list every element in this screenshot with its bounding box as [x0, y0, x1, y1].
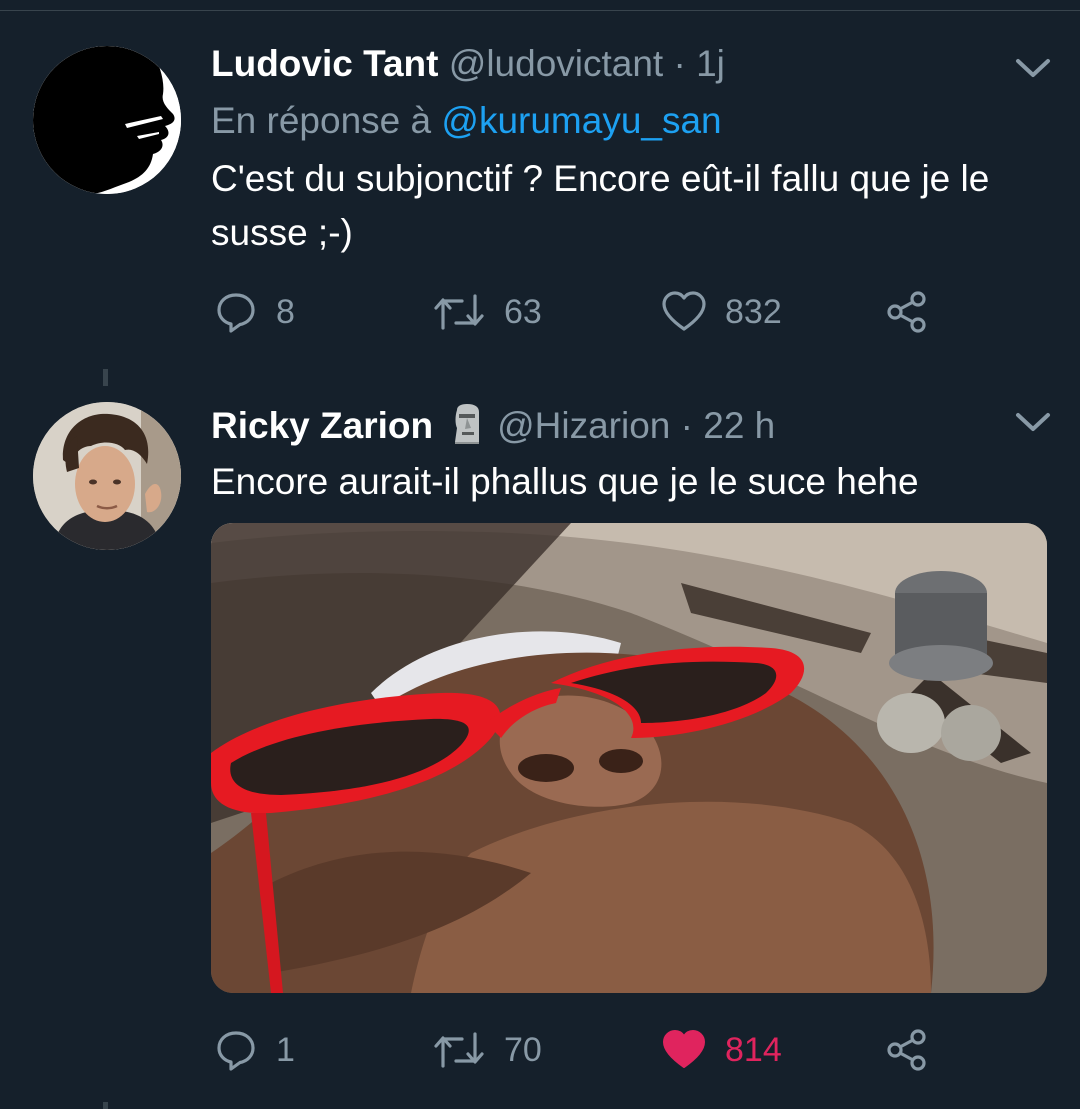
heart-filled-icon	[663, 1030, 705, 1068]
avatar[interactable]	[33, 46, 181, 194]
tweet-ludovic[interactable]: Ludovic Tant @ludovictant · 1j En répons…	[0, 0, 1080, 380]
heart-icon	[662, 291, 706, 331]
reply-icon	[217, 293, 255, 333]
reply-icon	[217, 1031, 255, 1071]
moai-icon	[455, 404, 480, 444]
user-handle[interactable]: @ludovictant	[449, 43, 663, 84]
separator-dot: ·	[680, 405, 693, 446]
like-button[interactable]: 832	[661, 287, 782, 337]
share-icon	[887, 291, 926, 333]
share-icon	[887, 1029, 926, 1071]
retweet-count: 70	[504, 1030, 542, 1069]
tweet-actions: 1 70 814	[0, 1025, 1080, 1075]
retweet-button[interactable]: 63	[432, 287, 542, 337]
reply-button[interactable]: 1	[214, 1025, 295, 1075]
share-button[interactable]	[885, 287, 929, 337]
thread-connector	[103, 1102, 108, 1109]
share-button[interactable]	[885, 1025, 929, 1075]
separator-dot: ·	[673, 43, 686, 84]
reply-prefix: En réponse à	[211, 100, 432, 141]
tweet-header: Ludovic Tant @ludovictant · 1j	[211, 42, 725, 86]
display-name[interactable]: Ludovic Tant	[211, 43, 438, 84]
reply-mention-link[interactable]: @kurumayu_san	[441, 100, 721, 141]
tweet-actions: 8 63 832	[0, 287, 1080, 337]
like-count: 832	[725, 292, 782, 331]
retweet-count: 63	[504, 292, 542, 331]
tweet-text: Encore aurait-il phallus que je le suce …	[211, 461, 919, 502]
retweet-icon	[434, 294, 484, 330]
like-count: 814	[725, 1030, 782, 1069]
reply-button[interactable]: 8	[214, 287, 295, 337]
timestamp[interactable]: 22 h	[703, 405, 775, 446]
retweet-button[interactable]: 70	[432, 1025, 542, 1075]
display-name[interactable]: Ricky Zarion	[211, 405, 433, 446]
photo-red-sunglasses-icon	[211, 523, 1047, 993]
tweet-media-image[interactable]	[211, 523, 1047, 993]
reply-context: En réponse à @kurumayu_san	[211, 100, 722, 142]
chevron-down-icon[interactable]	[1014, 55, 1052, 81]
timestamp[interactable]: 1j	[696, 43, 725, 84]
reply-count: 1	[276, 1030, 295, 1069]
like-button[interactable]: 814	[661, 1025, 782, 1075]
tweet-header: Ricky Zarion @Hizarion · 22 h	[211, 404, 775, 448]
chevron-down-icon[interactable]	[1014, 409, 1052, 435]
tweet-ricky[interactable]: Ricky Zarion @Hizarion · 22 h Encore aur…	[0, 360, 1080, 1109]
tweet-text: C'est du subjonctif ? Encore eût-il fall…	[211, 158, 990, 253]
silhouette-avatar-icon	[33, 46, 181, 194]
avatar[interactable]	[33, 402, 181, 550]
reply-count: 8	[276, 292, 295, 331]
retweet-icon	[434, 1032, 484, 1068]
profile-photo-avatar-icon	[33, 402, 181, 550]
user-handle[interactable]: @Hizarion	[497, 405, 670, 446]
